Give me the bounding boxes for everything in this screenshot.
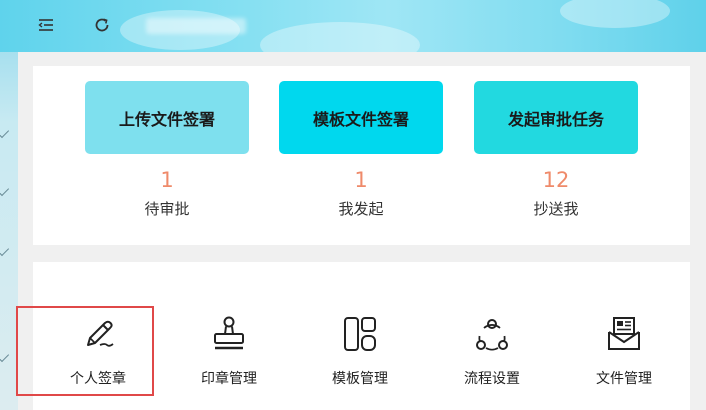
pending-approval-count: 1 (160, 168, 174, 192)
module-label: 文件管理 (596, 371, 652, 387)
refresh-icon[interactable] (91, 14, 113, 36)
template-sign-button[interactable]: 模板文件签署 (279, 81, 443, 154)
module-label: 印章管理 (201, 371, 257, 387)
sidebar-chevron-icon[interactable] (0, 241, 10, 257)
module-workflow-settings[interactable]: 流程设置 (427, 262, 557, 410)
quick-actions-panel: 上传文件签署 1 待审批 模板文件签署 1 我发起 发起审批任务 12 抄送我 (33, 66, 690, 245)
start-approval-button[interactable]: 发起审批任务 (474, 81, 638, 154)
sidebar-chevron-icon[interactable] (0, 123, 10, 139)
header-cloud-decoration (560, 0, 670, 28)
pending-approval-label: 待审批 (144, 200, 190, 218)
template-grid-icon (295, 314, 425, 354)
module-seal-management[interactable]: 印章管理 (164, 262, 294, 410)
quick-action-upload: 上传文件签署 1 待审批 (85, 81, 249, 219)
mail-document-icon (559, 314, 689, 354)
module-file-management[interactable]: 文件管理 (559, 262, 689, 410)
initiated-count: 1 (354, 168, 368, 192)
sidebar-chevron-icon[interactable] (0, 347, 10, 363)
cc-me-label: 抄送我 (533, 200, 579, 218)
menu-collapse-icon[interactable] (35, 14, 57, 36)
quick-action-approval: 发起审批任务 12 抄送我 (474, 81, 638, 219)
module-label: 模板管理 (332, 371, 388, 387)
share-nodes-icon (427, 314, 557, 354)
selection-highlight-box (16, 306, 154, 396)
cc-me-count: 12 (542, 168, 570, 192)
initiated-label: 我发起 (338, 200, 384, 218)
sidebar-chevron-icon[interactable] (0, 181, 10, 197)
quick-action-template: 模板文件签署 1 我发起 (279, 81, 443, 219)
top-header (0, 0, 706, 52)
module-label: 流程设置 (464, 371, 520, 387)
stamp-icon (164, 314, 294, 354)
blurred-header-title (146, 18, 246, 34)
header-cloud-decoration (260, 22, 420, 52)
module-template-management[interactable]: 模板管理 (295, 262, 425, 410)
upload-sign-button[interactable]: 上传文件签署 (85, 81, 249, 154)
